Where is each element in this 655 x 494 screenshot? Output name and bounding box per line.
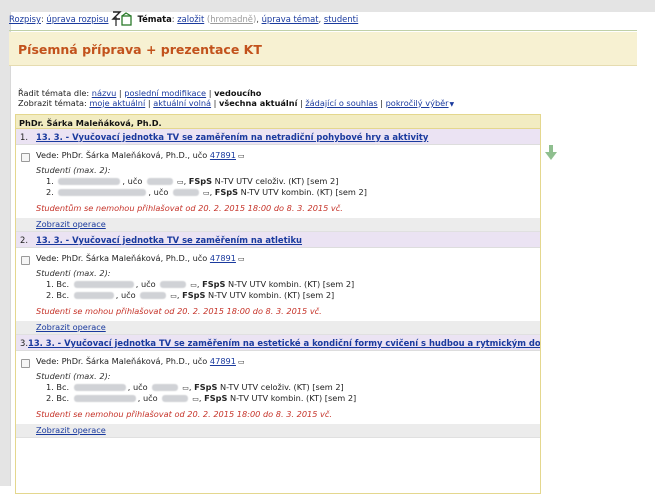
student-uco-redacted[interactable] [146, 178, 173, 185]
supervisor-line: Vede: PhDr. Šárka Maleňáková, Ph.D., učo… [36, 150, 245, 162]
top-navigation: Rozpisy: úprava rozpisu Témata: založit … [9, 9, 637, 29]
card-icon[interactable]: ▭ [203, 188, 210, 199]
topic-checkbox[interactable] [21, 256, 30, 265]
card-icon[interactable]: ▭ [170, 291, 177, 302]
student-name-redacted [58, 189, 147, 196]
student-name-redacted [73, 395, 136, 402]
supervisor-line: Vede: PhDr. Šárka Maleňáková, Ph.D., učo… [36, 356, 245, 368]
topic-checkbox[interactable] [21, 153, 30, 162]
sort-by-supervisor-current: vedoucího [214, 88, 262, 98]
card-icon[interactable]: ▭ [192, 394, 199, 405]
student-uco-redacted[interactable] [160, 281, 187, 288]
students-heading: Studenti (max. 2): [36, 371, 111, 381]
filter-requesting-consent-link[interactable]: žádající o souhlas [305, 98, 377, 108]
supervisor-uco-link[interactable]: 47891 [210, 150, 236, 160]
student-name-redacted [73, 384, 126, 391]
student-row: 1. Bc. , učo ▭, FSpS N-TV UTV kombin. (K… [46, 279, 355, 289]
supervisor-uco-link[interactable]: 47891 [210, 356, 236, 366]
sort-label: Řadit témata dle: [18, 88, 90, 98]
nav-uprava-rozpisu-link[interactable]: úprava rozpisu [46, 14, 108, 24]
topic-body: Vede: PhDr. Šárka Maleňáková, Ph.D., učo… [16, 351, 540, 420]
show-operations-link[interactable]: Zobrazit operace [36, 425, 106, 435]
topic-header: 2. 13. 3. - Vyučovací jednotka TV se zam… [16, 232, 540, 248]
nav-hromadne-link[interactable]: hromadně [210, 14, 253, 24]
topic-body: Vede: PhDr. Šárka Maleňáková, Ph.D., učo… [16, 248, 540, 317]
show-operations-link[interactable]: Zobrazit operace [36, 322, 106, 332]
filter-all-current-selected: všechna aktuální [219, 98, 298, 108]
supervisor-group-header: PhDr. Šárka Maleňáková, Ph.D. [16, 115, 540, 129]
card-icon[interactable]: ▭ [238, 254, 245, 265]
students-heading: Studenti (max. 2): [36, 268, 111, 278]
student-row: 2. , učo ▭, FSpS N-TV UTV kombin. (KT) [… [46, 187, 367, 199]
student-row: 1. , učo ▭, FSpS N-TV UTV celoživ. (KT) … [46, 176, 339, 186]
supervisor-uco-link[interactable]: 47891 [210, 253, 236, 263]
card-icon[interactable]: ▭ [238, 151, 245, 162]
topic-header: 3. 13. 3. - Vyučovací jednotka TV se zam… [16, 335, 540, 351]
dropdown-caret-icon: ▼ [449, 101, 455, 108]
student-uco-redacted[interactable] [162, 395, 189, 402]
sort-options: Řadit témata dle: názvu | poslední modif… [18, 88, 262, 98]
filter-current-free-link[interactable]: aktuální volná [153, 98, 211, 108]
topic-title-link[interactable]: 13. 3. - Vyučovací jednotka TV se zaměře… [36, 235, 302, 245]
student-uco-redacted[interactable] [140, 292, 167, 299]
student-name-redacted [58, 178, 121, 185]
signup-info: Studenti se mohou přihlašovat od 20. 2. … [36, 306, 322, 316]
signup-info: Studentům se nemohou přihlašovat od 20. … [36, 203, 343, 213]
topic-header: 1. 13. 3. - Vyučovací jednotka TV se zam… [16, 129, 540, 145]
student-row: 1. Bc. , učo ▭, FSpS N-TV UTV celoživ. (… [46, 382, 344, 392]
topic-number: 1. [20, 131, 28, 142]
students-heading: Studenti (max. 2): [36, 165, 111, 175]
topic-item: 1. 13. 3. - Vyučovací jednotka TV se zam… [16, 129, 540, 232]
show-operations-row: Zobrazit operace [16, 321, 540, 334]
student-name-redacted [73, 292, 114, 299]
sort-by-modification-link[interactable]: poslední modifikace [124, 88, 206, 98]
show-operations-row: Zobrazit operace [16, 424, 540, 437]
topic-number: 3. [20, 337, 28, 348]
student-name-redacted [73, 281, 134, 288]
nav-uprava-temat-link[interactable]: úprava témat [262, 14, 319, 24]
topic-checkbox[interactable] [21, 359, 30, 368]
show-operations-row: Zobrazit operace [16, 218, 540, 231]
card-icon[interactable]: ▭ [238, 357, 245, 368]
topic-number: 2. [20, 234, 28, 245]
nav-temata-label: Témata [137, 14, 172, 24]
filter-advanced-link[interactable]: pokročilý výběr [386, 98, 449, 108]
topic-title-link[interactable]: 13. 3. - Vyučovací jednotka TV se zaměře… [28, 338, 540, 348]
topics-panel: PhDr. Šárka Maleňáková, Ph.D. 1. 13. 3. … [15, 114, 541, 494]
nav-studenti-link[interactable]: studenti [324, 14, 358, 24]
topic-item: 2. 13. 3. - Vyučovací jednotka TV se zam… [16, 232, 540, 335]
page-title: Písemná příprava + prezentace KT [18, 42, 262, 57]
signup-info: Studenti se nemohou přihlašovat od 20. 2… [36, 409, 332, 419]
left-shade [0, 12, 10, 486]
nav-rozpisy-link[interactable]: Rozpisy [9, 14, 41, 24]
topic-title-link[interactable]: 13. 3. - Vyučovací jednotka TV se zaměře… [36, 132, 428, 142]
nav-divider [9, 30, 637, 31]
student-row: 2. Bc. , učo ▭, FSpS N-TV UTV kombin. (K… [46, 393, 357, 405]
topic-item: 3. 13. 3. - Vyučovací jednotka TV se zam… [16, 335, 540, 438]
student-row: 2. Bc. , učo ▭, FSpS N-TV UTV kombin. (K… [46, 290, 335, 302]
topics-icon [111, 10, 133, 28]
filter-my-current-link[interactable]: moje aktuální [89, 98, 145, 108]
student-uco-redacted[interactable] [152, 384, 179, 391]
title-bar: Písemná příprava + prezentace KT [9, 32, 637, 66]
filter-options: Zobrazit témata: moje aktuální | aktuáln… [18, 98, 455, 108]
filter-label: Zobrazit témata: [18, 98, 87, 108]
arrow-down-icon[interactable] [544, 145, 558, 161]
nav-zalozit-link[interactable]: založit [177, 14, 204, 24]
student-uco-redacted[interactable] [172, 189, 199, 196]
supervisor-line: Vede: PhDr. Šárka Maleňáková, Ph.D., učo… [36, 253, 245, 265]
sort-by-name-link[interactable]: názvu [92, 88, 117, 98]
topic-body: Vede: PhDr. Šárka Maleňáková, Ph.D., učo… [16, 145, 540, 214]
show-operations-link[interactable]: Zobrazit operace [36, 219, 106, 229]
